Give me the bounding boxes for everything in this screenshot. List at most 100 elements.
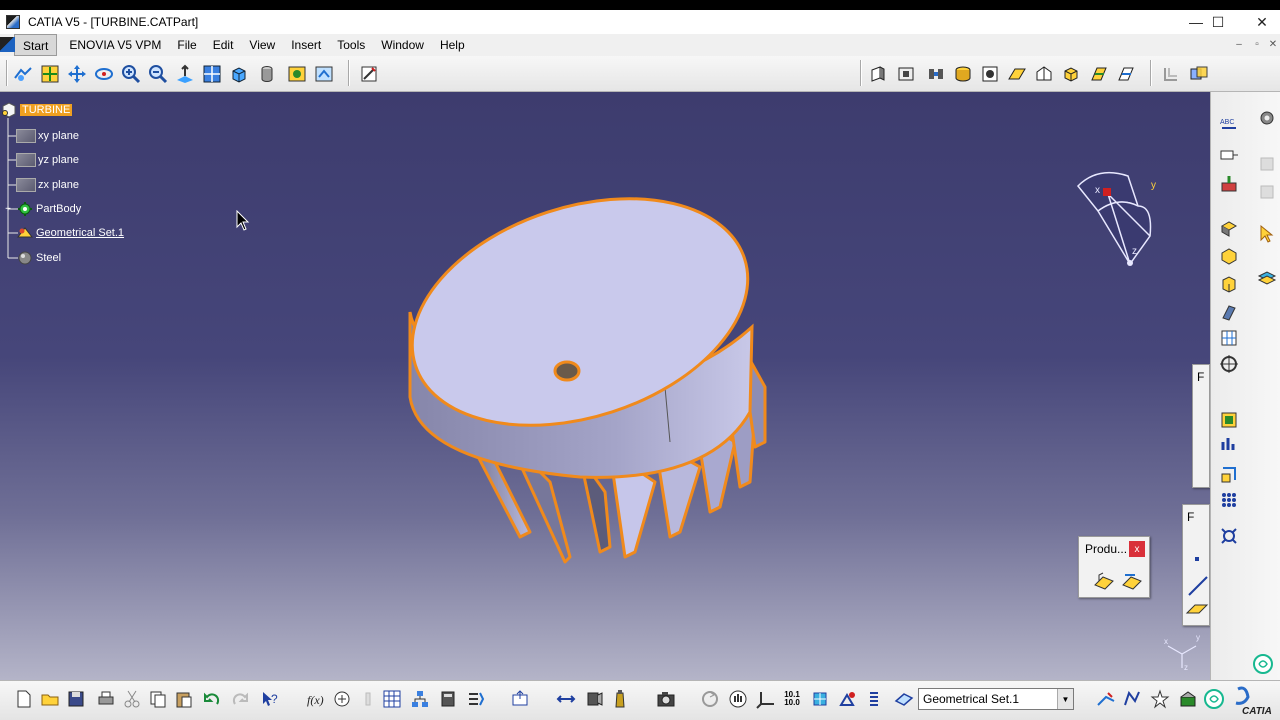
tree-label-xy-plane[interactable]: xy plane xyxy=(38,130,79,142)
product-tool-2-icon[interactable] xyxy=(1121,571,1143,594)
products-panel-header[interactable]: Produ... x xyxy=(1079,537,1149,561)
chatgpt-overlay-icon[interactable] xyxy=(1202,687,1226,711)
removed-multi-sections-icon[interactable] xyxy=(1115,63,1137,85)
measure-item-icon[interactable] xyxy=(582,687,606,711)
multi-sections-solid-icon[interactable] xyxy=(1088,63,1110,85)
tree-label-steel[interactable]: Steel xyxy=(36,252,61,264)
maximize-button[interactable]: ☐ xyxy=(1196,10,1240,34)
design-table-icon[interactable] xyxy=(380,687,404,711)
knowledge-icon[interactable] xyxy=(330,687,354,711)
chatbot-overlay-icon[interactable] xyxy=(1251,652,1275,676)
menu-view[interactable]: View xyxy=(241,34,283,56)
grid-icon[interactable] xyxy=(1217,326,1241,350)
products-toolbar-panel[interactable]: Produ... x xyxy=(1078,536,1150,598)
doc-minimize-button[interactable]: – xyxy=(1230,34,1248,56)
annotation-text-icon[interactable]: ABC xyxy=(1217,112,1241,136)
tree-node-steel[interactable]: Steel xyxy=(16,248,61,268)
doc-close-button[interactable]: ✕ xyxy=(1264,34,1280,56)
cut-icon[interactable] xyxy=(120,687,144,711)
list-order-icon[interactable] xyxy=(862,687,886,711)
floating-toolbar-b-header[interactable]: F xyxy=(1183,505,1209,529)
disabled-knowledge-icon[interactable] xyxy=(356,687,380,711)
undo-icon[interactable] xyxy=(200,687,224,711)
catalog-icon[interactable] xyxy=(436,687,460,711)
whats-this-help-icon[interactable]: ? xyxy=(258,687,282,711)
menu-insert[interactable]: Insert xyxy=(283,34,329,56)
pan-icon[interactable] xyxy=(66,63,88,85)
menu-help[interactable]: Help xyxy=(432,34,473,56)
zoom-in-icon[interactable] xyxy=(120,63,142,85)
surface-stack-icon[interactable] xyxy=(1255,266,1279,290)
select-arrow-icon[interactable] xyxy=(1255,222,1279,246)
close-button[interactable]: ✕ xyxy=(1240,10,1280,34)
scale-icon[interactable] xyxy=(1217,524,1241,548)
color-tools-icon[interactable] xyxy=(836,687,860,711)
menu-enovia[interactable]: ENOVIA V5 VPM xyxy=(61,34,169,56)
update-icon[interactable] xyxy=(698,687,722,711)
tree-label-geometrical-set[interactable]: Geometrical Set.1 xyxy=(36,227,124,239)
swap-space-icon[interactable] xyxy=(313,63,335,85)
combine-icon[interactable] xyxy=(1217,408,1241,432)
hierarchy-icon[interactable] xyxy=(408,687,432,711)
manipulate-hand-icon[interactable] xyxy=(726,687,750,711)
normal-view-icon[interactable] xyxy=(174,63,196,85)
multi-view-icon[interactable] xyxy=(201,63,223,85)
star-tool-icon[interactable] xyxy=(1148,687,1172,711)
disabled-tool-2-icon[interactable] xyxy=(1255,180,1279,204)
tree-root-label[interactable]: TURBINE xyxy=(20,104,73,116)
sketch-tool-icon[interactable] xyxy=(1094,687,1118,711)
open-folder-icon[interactable] xyxy=(38,687,62,711)
capture-camera-icon[interactable] xyxy=(654,687,678,711)
measure-icon[interactable] xyxy=(1217,142,1241,166)
shading-icon[interactable] xyxy=(256,63,278,85)
line-icon[interactable] xyxy=(1187,575,1209,597)
pocket-icon[interactable] xyxy=(895,63,917,85)
disabled-tool-icon[interactable] xyxy=(1255,152,1279,176)
tree-node-geometrical-set[interactable]: Geometrical Set.1 xyxy=(16,223,124,243)
redo-icon[interactable] xyxy=(228,687,252,711)
formula-icon[interactable]: f(x) xyxy=(304,687,328,711)
print-icon[interactable] xyxy=(94,687,118,711)
menu-start[interactable]: Start xyxy=(14,34,58,56)
plane-tool-icon[interactable] xyxy=(1185,601,1209,617)
tree-label-yz-plane[interactable]: yz plane xyxy=(38,154,79,166)
fly-mode-icon[interactable] xyxy=(12,63,34,85)
fit-all-icon[interactable] xyxy=(39,63,61,85)
copy-icon[interactable] xyxy=(146,687,170,711)
measure-between-icon[interactable] xyxy=(554,687,578,711)
tree-node-xy-plane[interactable]: xy plane xyxy=(16,126,79,146)
tree-root[interactable]: TURBINE xyxy=(0,100,73,120)
measure-inertia-icon[interactable] xyxy=(608,687,632,711)
box-icon[interactable] xyxy=(1217,244,1241,268)
tree-label-partbody[interactable]: PartBody xyxy=(36,203,81,215)
extract-icon[interactable] xyxy=(1217,462,1241,486)
scan-icon[interactable] xyxy=(508,687,532,711)
tree-label-zx-plane[interactable]: zx plane xyxy=(38,179,79,191)
work-object-icon[interactable] xyxy=(892,687,916,711)
constraint-icon[interactable] xyxy=(1160,63,1182,85)
slot-icon[interactable] xyxy=(1006,63,1028,85)
solid-combine-icon[interactable] xyxy=(1060,63,1082,85)
products-panel-close-button[interactable]: x xyxy=(1129,541,1145,557)
chevron-down-icon[interactable]: ▼ xyxy=(1057,689,1073,709)
tree-node-partbody[interactable]: + PartBody xyxy=(0,199,81,219)
axis-system-icon[interactable] xyxy=(754,687,778,711)
floating-toolbar-a-header[interactable]: F xyxy=(1193,365,1209,389)
menu-tools[interactable]: Tools xyxy=(329,34,373,56)
3d-compass-icon[interactable] xyxy=(808,687,832,711)
geometrical-set-selector[interactable]: Geometrical Set.1 ▼ xyxy=(918,688,1074,710)
apply-material-icon[interactable] xyxy=(1217,172,1241,196)
extrude-surface-icon[interactable] xyxy=(1217,216,1241,240)
target-icon[interactable] xyxy=(1217,352,1241,376)
menu-edit[interactable]: Edit xyxy=(205,34,242,56)
new-document-icon[interactable] xyxy=(12,687,36,711)
hole-icon[interactable] xyxy=(952,63,974,85)
settings-gear-icon[interactable] xyxy=(1255,106,1279,130)
compass-widget[interactable]: x y z xyxy=(1068,166,1168,276)
solid-icon[interactable] xyxy=(1217,272,1241,296)
save-icon[interactable] xyxy=(64,687,88,711)
rules-icon[interactable] xyxy=(464,687,488,711)
shaft-icon[interactable] xyxy=(925,63,947,85)
tree-node-zx-plane[interactable]: zx plane xyxy=(16,175,79,195)
menu-file[interactable]: File xyxy=(169,34,204,56)
